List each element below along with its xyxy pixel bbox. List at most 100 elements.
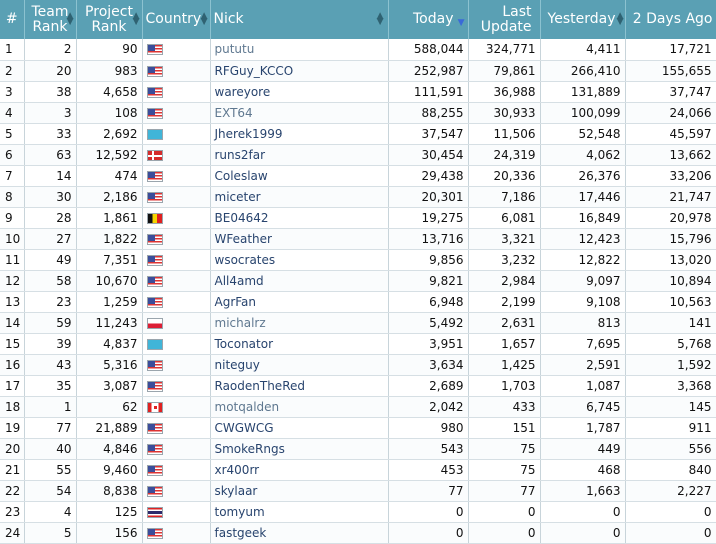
team-rank-cell: 38 bbox=[24, 81, 77, 103]
two-days-ago-cell: 0 bbox=[625, 522, 716, 544]
col-header-today[interactable]: Today ▼ bbox=[388, 0, 469, 39]
nick-link[interactable]: wareyore bbox=[210, 81, 389, 103]
country-cell bbox=[142, 333, 211, 355]
table-row[interactable]: 3 38 4,658 wareyore 111,591 36,988 131,889 37,7… bbox=[0, 81, 716, 103]
country-cell bbox=[142, 186, 211, 208]
num-cell: 16 bbox=[0, 354, 25, 376]
nick-link[interactable]: BE04642 bbox=[210, 207, 389, 229]
table-row[interactable]: 17 35 3,087 RaodenTheRed 2,689 1,703 1,087 3,36… bbox=[0, 375, 716, 397]
country-cell bbox=[142, 417, 211, 439]
two-days-ago-cell: 33,206 bbox=[625, 165, 716, 187]
nick-link[interactable]: CWGWCG bbox=[210, 417, 389, 439]
table-row[interactable]: 13 23 1,259 AgrFan 6,948 2,199 9,108 10,563 bbox=[0, 291, 716, 313]
table-row[interactable]: 9 28 1,861 BE04642 19,275 6,081 16,849 20,978 bbox=[0, 207, 716, 229]
project-rank-cell: 90 bbox=[76, 39, 143, 61]
table-row[interactable]: 2 20 983 RFGuy_KCCO 252,987 79,861 266,410 155,… bbox=[0, 60, 716, 82]
nick-link[interactable]: RFGuy_KCCO bbox=[210, 60, 389, 82]
flag-icon bbox=[146, 212, 163, 224]
country-cell bbox=[142, 249, 211, 271]
two-days-ago-cell: 5,768 bbox=[625, 333, 716, 355]
two-days-ago-cell: 840 bbox=[625, 459, 716, 481]
nick-link[interactable]: Jherek1999 bbox=[210, 123, 389, 145]
two-days-ago-cell: 0 bbox=[625, 501, 716, 523]
col-header-yesterday[interactable]: Yesterday ▲ ▼ bbox=[540, 0, 626, 39]
table-row[interactable]: 11 49 7,351 wsocrates 9,856 3,232 12,822 13,020 bbox=[0, 249, 716, 271]
table-row[interactable]: 1 2 90 pututu 588,044 324,771 4,411 17,721 bbox=[0, 39, 716, 61]
nick-link[interactable]: Toconator bbox=[210, 333, 389, 355]
yesterday-cell: 4,062 bbox=[540, 144, 626, 166]
country-cell bbox=[142, 375, 211, 397]
table-row[interactable]: 22 54 8,838 skylaar 77 77 1,663 2,227 bbox=[0, 480, 716, 502]
sort-arrows-icon: ▲ ▼ bbox=[66, 11, 74, 27]
team-rank-cell: 28 bbox=[24, 207, 77, 229]
yesterday-cell: 12,822 bbox=[540, 249, 626, 271]
two-days-ago-cell: 556 bbox=[625, 438, 716, 460]
col-header-country[interactable]: Country ▲ ▼ bbox=[142, 0, 211, 39]
two-days-ago-cell: 20,978 bbox=[625, 207, 716, 229]
flag-icon bbox=[146, 275, 163, 287]
nick-link[interactable]: motqalden bbox=[210, 396, 389, 418]
num-cell: 4 bbox=[0, 102, 25, 124]
nick-link[interactable]: SmokeRngs bbox=[210, 438, 389, 460]
nick-link[interactable]: xr400rr bbox=[210, 459, 389, 481]
table-row[interactable]: 12 58 10,670 All4amd 9,821 2,984 9,097 10,894 bbox=[0, 270, 716, 292]
nick-link[interactable]: michalrz bbox=[210, 312, 389, 334]
col-header-project-rank[interactable]: Project Rank ▲ ▼ bbox=[76, 0, 143, 39]
table-row[interactable]: 21 55 9,460 xr400rr 453 75 468 840 bbox=[0, 459, 716, 481]
table-row[interactable]: 23 4 125 tomyum 0 0 0 0 bbox=[0, 501, 716, 523]
nick-link[interactable]: fastgeek bbox=[210, 522, 389, 544]
country-cell bbox=[142, 354, 211, 376]
team-rank-cell: 58 bbox=[24, 270, 77, 292]
yesterday-cell: 0 bbox=[540, 522, 626, 544]
table-row[interactable]: 5 33 2,692 Jherek1999 37,547 11,506 52,548 45,5… bbox=[0, 123, 716, 145]
num-cell: 8 bbox=[0, 186, 25, 208]
table-row[interactable]: 10 27 1,822 WFeather 13,716 3,321 12,423 15,796 bbox=[0, 228, 716, 250]
nick-link[interactable]: runs2far bbox=[210, 144, 389, 166]
nick-link[interactable]: wsocrates bbox=[210, 249, 389, 271]
nick-link[interactable]: All4amd bbox=[210, 270, 389, 292]
sort-desc-icon: ▼ bbox=[457, 18, 465, 28]
yesterday-cell: 100,099 bbox=[540, 102, 626, 124]
table-row[interactable]: 7 14 474 Coleslaw 29,438 20,336 26,376 33,206 bbox=[0, 165, 716, 187]
country-cell bbox=[142, 165, 211, 187]
nick-link[interactable]: miceter bbox=[210, 186, 389, 208]
nick-link[interactable]: pututu bbox=[210, 39, 389, 61]
nick-link[interactable]: WFeather bbox=[210, 228, 389, 250]
flag-icon bbox=[146, 149, 163, 161]
nick-link[interactable]: Coleslaw bbox=[210, 165, 389, 187]
flag-icon bbox=[146, 317, 163, 329]
today-cell: 5,492 bbox=[388, 312, 469, 334]
table-row[interactable]: 4 3 108 EXT64 88,255 30,933 100,099 24,066 bbox=[0, 102, 716, 124]
country-cell bbox=[142, 228, 211, 250]
yesterday-cell: 1,663 bbox=[540, 480, 626, 502]
nick-link[interactable]: niteguy bbox=[210, 354, 389, 376]
col-header-num[interactable]: # bbox=[0, 0, 25, 39]
today-cell: 453 bbox=[388, 459, 469, 481]
num-cell: 9 bbox=[0, 207, 25, 229]
col-header-team-rank[interactable]: Team Rank ▲ ▼ bbox=[24, 0, 77, 39]
col-header-two-days-ago[interactable]: 2 Days Ago bbox=[625, 0, 716, 39]
table-row[interactable]: 19 77 21,889 CWGWCG 980 151 1,787 911 bbox=[0, 417, 716, 439]
col-header-nick[interactable]: Nick ▲ ▼ bbox=[210, 0, 389, 39]
col-header-last-update[interactable]: Last Update bbox=[468, 0, 541, 39]
table-row[interactable]: 20 40 4,846 SmokeRngs 543 75 449 556 bbox=[0, 438, 716, 460]
nick-link[interactable]: EXT64 bbox=[210, 102, 389, 124]
sort-arrows-icon: ▲ ▼ bbox=[376, 11, 384, 27]
nick-link[interactable]: skylaar bbox=[210, 480, 389, 502]
nick-link[interactable]: tomyum bbox=[210, 501, 389, 523]
two-days-ago-cell: 145 bbox=[625, 396, 716, 418]
table-row[interactable]: 24 5 156 fastgeek 0 0 0 0 bbox=[0, 522, 716, 544]
table-row[interactable]: 8 30 2,186 miceter 20,301 7,186 17,446 21,747 bbox=[0, 186, 716, 208]
nick-link[interactable]: AgrFan bbox=[210, 291, 389, 313]
table-row[interactable]: 14 59 11,243 michalrz 5,492 2,631 813 141 bbox=[0, 312, 716, 334]
table-row[interactable]: 16 43 5,316 niteguy 3,634 1,425 2,591 1,592 bbox=[0, 354, 716, 376]
table-row[interactable]: 6 63 12,592 runs2far 30,454 24,319 4,062 13,662 bbox=[0, 144, 716, 166]
today-cell: 88,255 bbox=[388, 102, 469, 124]
nick-link[interactable]: RaodenTheRed bbox=[210, 375, 389, 397]
table-row[interactable]: 15 39 4,837 Toconator 3,951 1,657 7,695 5,768 bbox=[0, 333, 716, 355]
team-rank-cell: 40 bbox=[24, 438, 77, 460]
num-cell: 11 bbox=[0, 249, 25, 271]
last-update-cell: 0 bbox=[468, 501, 541, 523]
flag-icon bbox=[146, 107, 163, 119]
table-row[interactable]: 18 1 62 motqalden 2,042 433 6,745 145 bbox=[0, 396, 716, 418]
